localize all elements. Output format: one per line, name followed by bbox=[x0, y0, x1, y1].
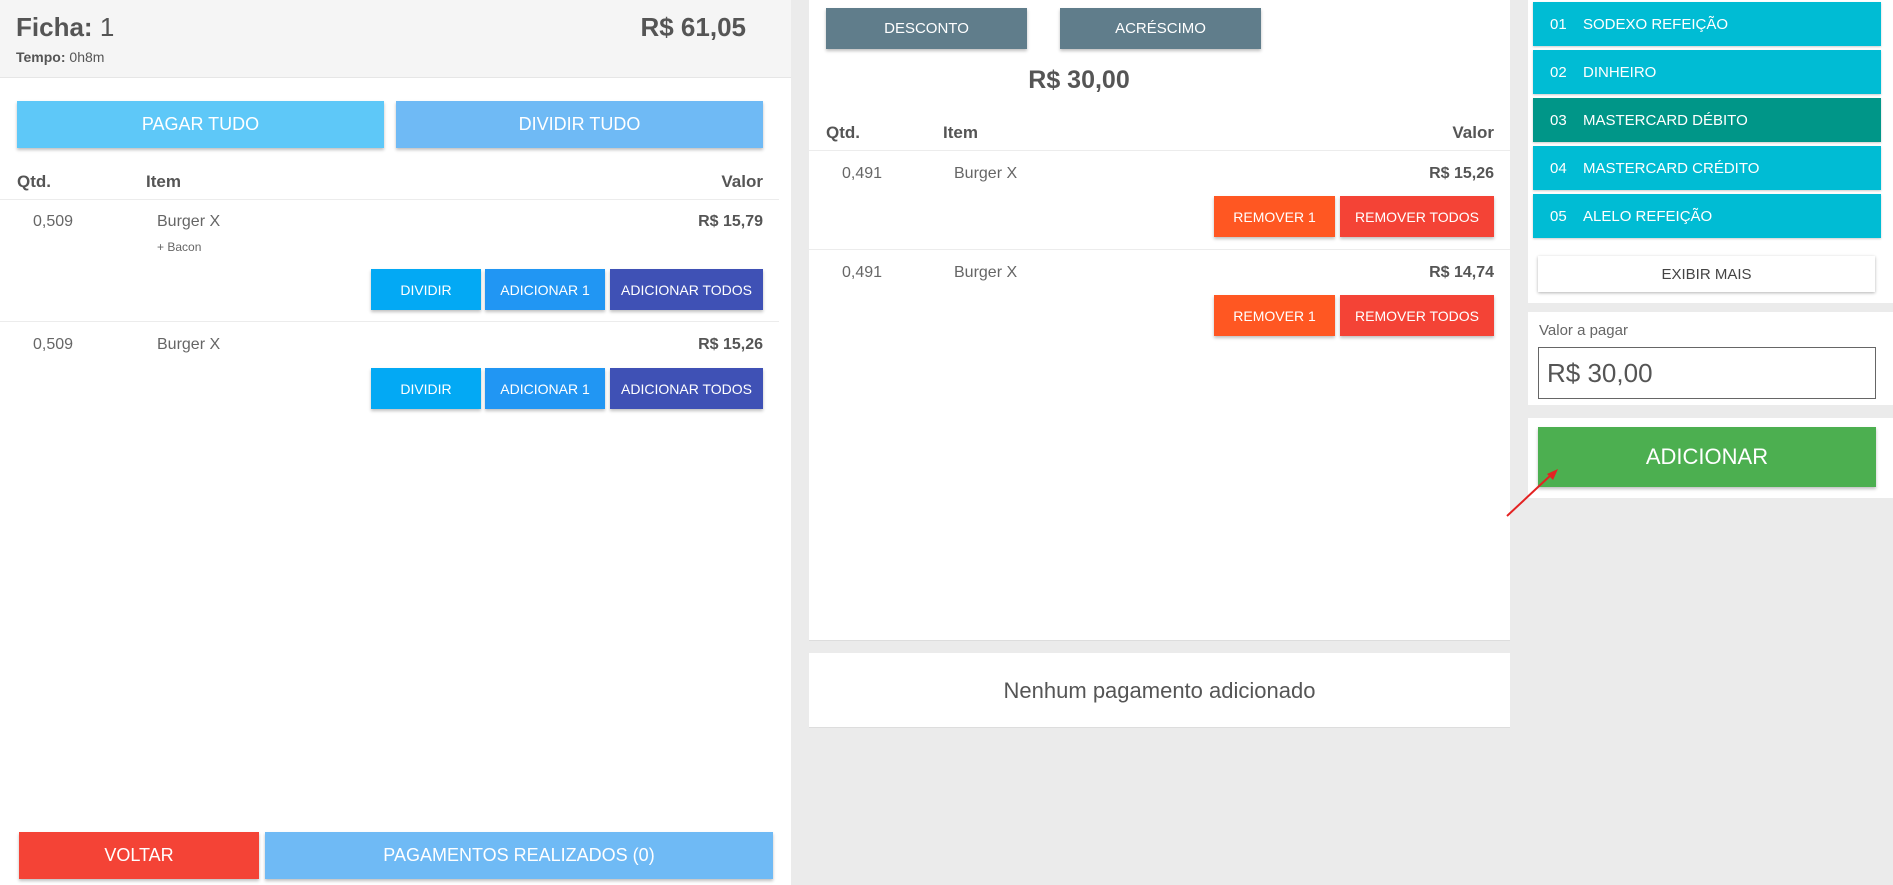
dividir-button[interactable]: DIVIDIR bbox=[371, 269, 481, 310]
item-extra: + Bacon bbox=[157, 240, 202, 254]
payment-method-mastercard-debito[interactable]: 03 MASTERCARD DÉBITO bbox=[1533, 98, 1881, 142]
ficha-label: Ficha: bbox=[16, 12, 93, 42]
divider bbox=[0, 199, 779, 200]
payment-method-label: ALELO REFEIÇÃO bbox=[1583, 207, 1713, 225]
adicionar-button[interactable]: ADICIONAR bbox=[1538, 427, 1876, 487]
order-total: R$ 61,05 bbox=[640, 12, 746, 42]
tempo: Tempo: 0h8m bbox=[16, 49, 104, 65]
item-price: R$ 15,79 bbox=[698, 213, 763, 230]
item-qty: 0,509 bbox=[33, 336, 74, 353]
dividir-tudo-button[interactable]: DIVIDIR TUDO bbox=[396, 101, 763, 148]
divider bbox=[809, 150, 1510, 151]
adicionar-1-button[interactable]: ADICIONAR 1 bbox=[485, 368, 605, 409]
ficha-title: Ficha: 1 bbox=[16, 12, 114, 43]
tempo-value: 0h8m bbox=[69, 49, 105, 65]
payment-method-number: 04 bbox=[1550, 159, 1567, 177]
column-value: Valor bbox=[721, 172, 763, 191]
payment-method-label: SODEXO REFEIÇÃO bbox=[1583, 15, 1729, 33]
item-name: Burger X bbox=[157, 336, 221, 353]
item-price: R$ 14,74 bbox=[1429, 264, 1494, 281]
item-qty: 0,491 bbox=[842, 264, 883, 281]
payment-method-number: 01 bbox=[1550, 15, 1567, 33]
item-name: Burger X bbox=[157, 213, 221, 230]
column-qty: Qtd. bbox=[17, 172, 51, 191]
column-qty: Qtd. bbox=[826, 123, 860, 142]
payment-subtotal: R$ 30,00 bbox=[1028, 66, 1130, 94]
adicionar-1-button[interactable]: ADICIONAR 1 bbox=[485, 269, 605, 310]
remover-todos-button[interactable]: REMOVER TODOS bbox=[1340, 295, 1494, 336]
dividir-button[interactable]: DIVIDIR bbox=[371, 368, 481, 409]
adicionar-todos-button[interactable]: ADICIONAR TODOS bbox=[610, 269, 763, 310]
ficha-number: 1 bbox=[99, 12, 115, 42]
payment-method-sodexo-refeicao[interactable]: 01 SODEXO REFEIÇÃO bbox=[1533, 2, 1881, 46]
acrescimo-button[interactable]: ACRÉSCIMO bbox=[1060, 8, 1261, 49]
remover-todos-button[interactable]: REMOVER TODOS bbox=[1340, 196, 1494, 237]
divider bbox=[809, 249, 1510, 250]
column-value: Valor bbox=[1452, 123, 1494, 142]
desconto-button[interactable]: DESCONTO bbox=[826, 8, 1027, 49]
pagamentos-realizados-button[interactable]: PAGAMENTOS REALIZADOS (0) bbox=[265, 832, 773, 879]
exibir-mais-button[interactable]: EXIBIR MAIS bbox=[1538, 256, 1875, 292]
payment-method-alelo-refeicao[interactable]: 05 ALELO REFEIÇÃO bbox=[1533, 194, 1881, 238]
payment-method-label: MASTERCARD DÉBITO bbox=[1583, 111, 1748, 129]
payment-method-label: DINHEIRO bbox=[1583, 63, 1657, 81]
remover-1-button[interactable]: REMOVER 1 bbox=[1214, 196, 1335, 237]
no-payments-message: Nenhum pagamento adicionado bbox=[1003, 678, 1316, 703]
valor-a-pagar-label: Valor a pagar bbox=[1539, 322, 1628, 339]
payment-method-number: 03 bbox=[1550, 111, 1567, 129]
payment-method-dinheiro[interactable]: 02 DINHEIRO bbox=[1533, 50, 1881, 94]
remover-1-button[interactable]: REMOVER 1 bbox=[1214, 295, 1335, 336]
pagar-tudo-button[interactable]: PAGAR TUDO bbox=[17, 101, 384, 148]
item-qty: 0,491 bbox=[842, 165, 883, 182]
column-item: Item bbox=[943, 123, 978, 142]
annotation-arrow-icon bbox=[1506, 469, 1558, 517]
payment-method-number: 05 bbox=[1550, 207, 1567, 225]
item-qty: 0,509 bbox=[33, 213, 74, 230]
column-item: Item bbox=[146, 172, 181, 191]
payment-method-mastercard-credito[interactable]: 04 MASTERCARD CRÉDITO bbox=[1533, 146, 1881, 190]
item-name: Burger X bbox=[954, 165, 1018, 182]
payment-method-label: MASTERCARD CRÉDITO bbox=[1583, 159, 1760, 177]
adicionar-todos-button[interactable]: ADICIONAR TODOS bbox=[610, 368, 763, 409]
item-price: R$ 15,26 bbox=[1429, 165, 1494, 182]
tempo-label: Tempo: bbox=[16, 49, 66, 65]
voltar-button[interactable]: VOLTAR bbox=[19, 832, 259, 879]
item-price: R$ 15,26 bbox=[698, 336, 763, 353]
payment-method-number: 02 bbox=[1550, 63, 1567, 81]
valor-a-pagar-input[interactable] bbox=[1538, 347, 1876, 399]
divider bbox=[0, 321, 779, 322]
item-name: Burger X bbox=[954, 264, 1018, 281]
